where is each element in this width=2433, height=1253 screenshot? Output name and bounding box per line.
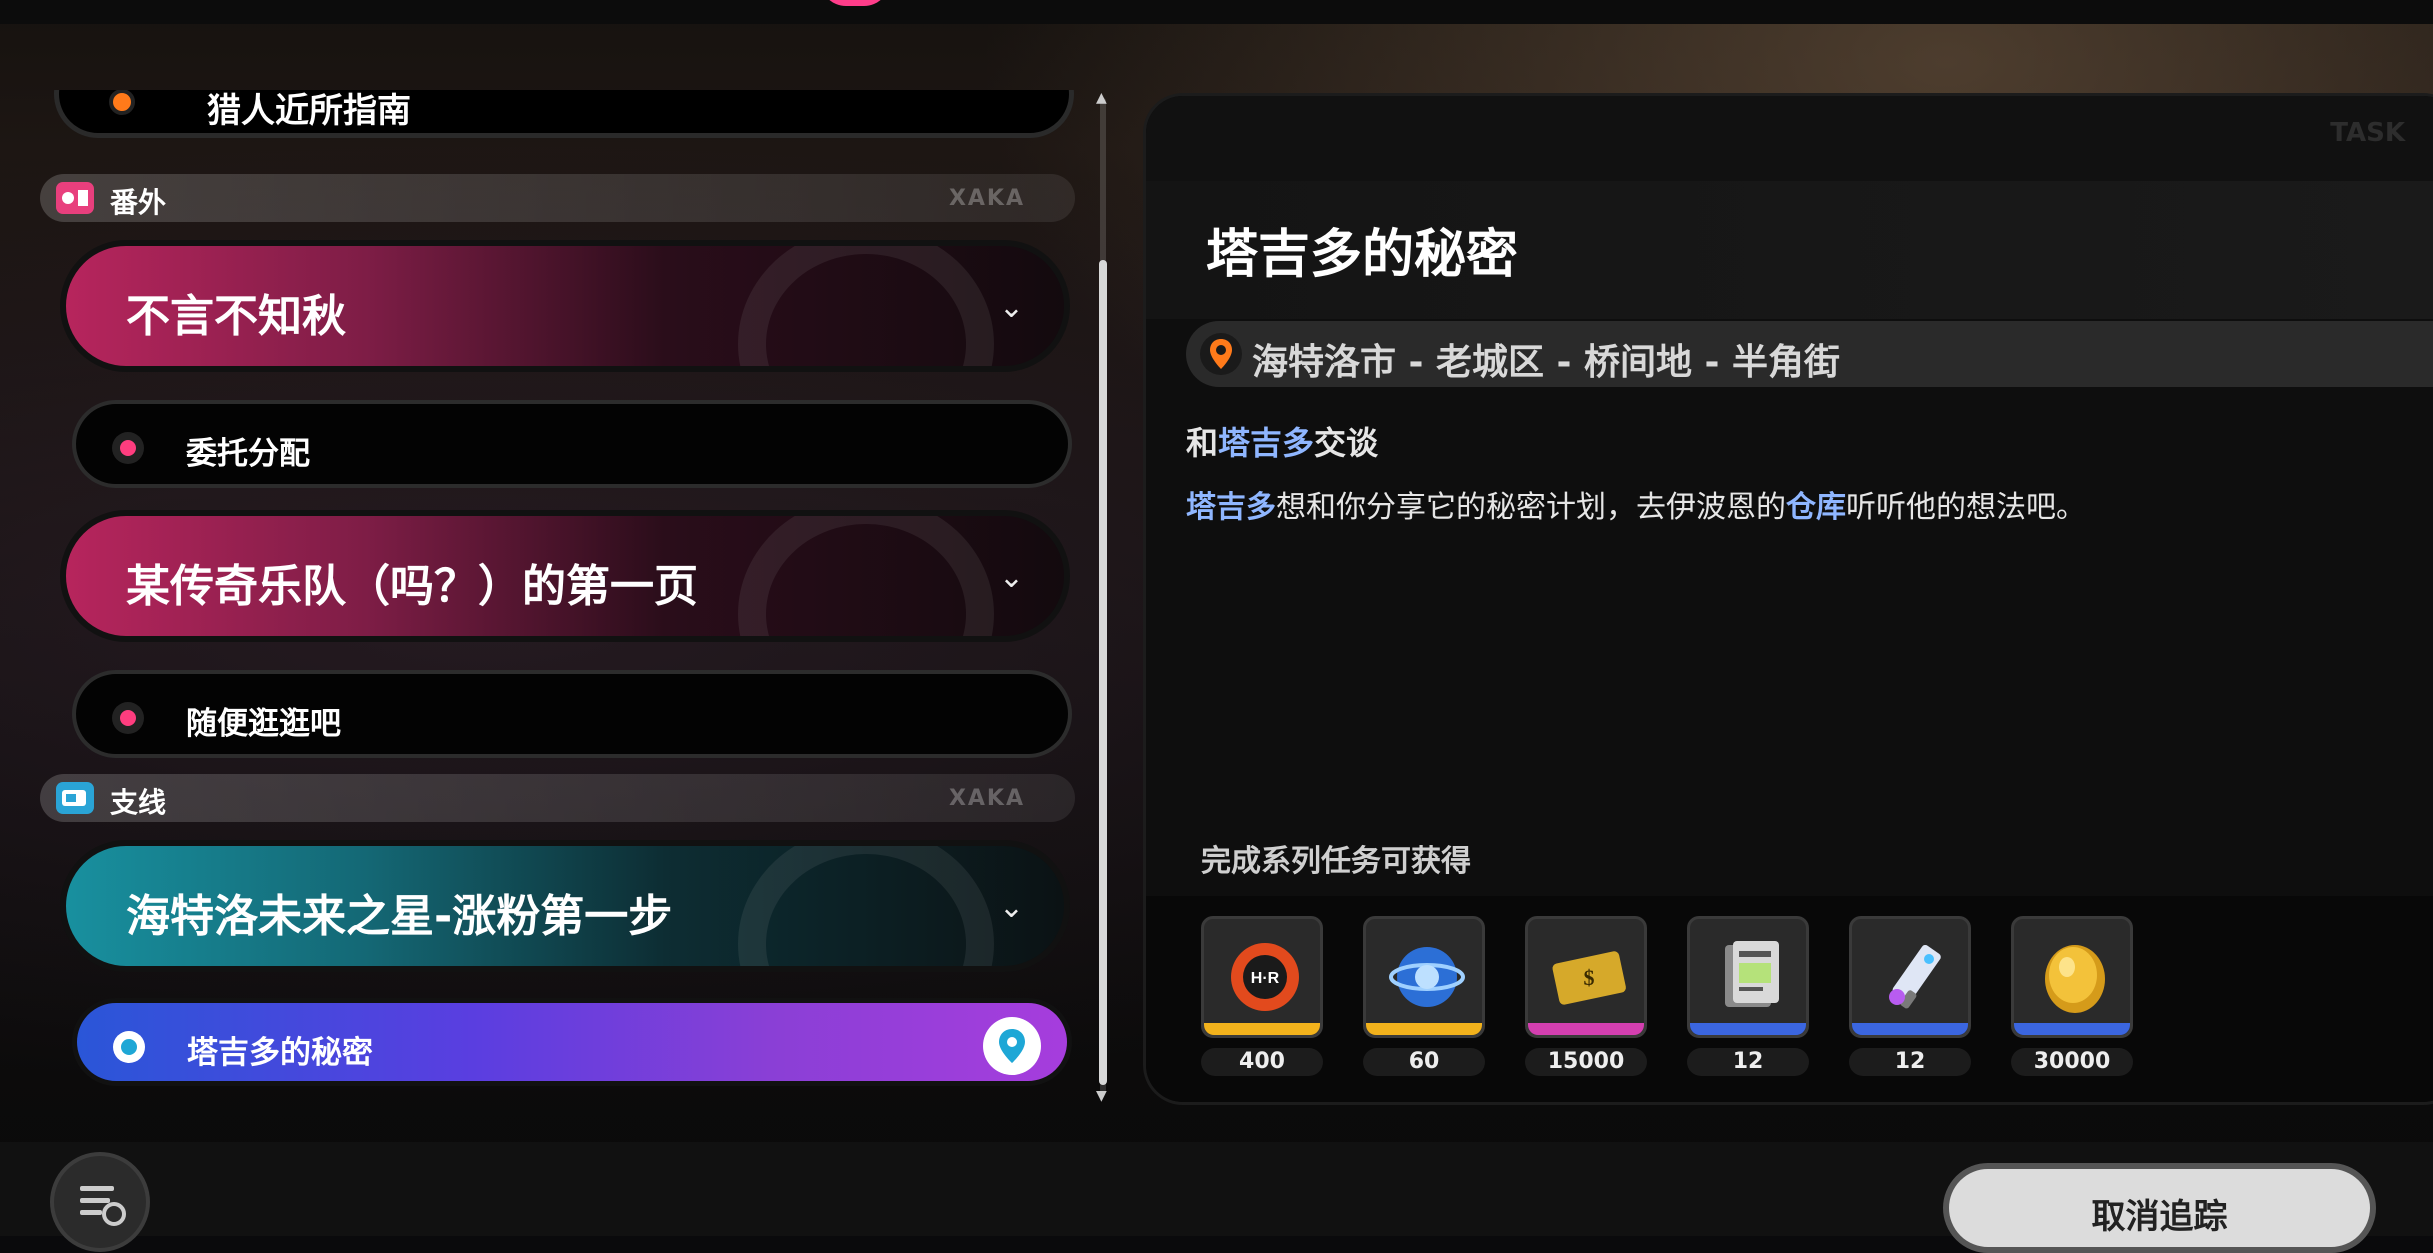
reward-item[interactable]: $ 15000 — [1525, 916, 1647, 1076]
rarity-bar — [1366, 1023, 1482, 1035]
status-dot — [113, 1031, 145, 1063]
reward-item[interactable]: 12 — [1849, 916, 1971, 1076]
quest-list: 猎人近所指南 番外 XAKA 不言不知秋 ⌄ 委托分配 某传奇乐队（吗？）的第一… — [40, 90, 1090, 1100]
group-title: 不言不知秋 — [126, 291, 346, 342]
chevron-down-icon[interactable]: ⌄ — [999, 290, 1024, 325]
top-bar — [0, 0, 2433, 24]
untrack-button-label: 取消追踪 — [2091, 1197, 2228, 1237]
group-title: 某传奇乐队（吗？）的第一页 — [126, 561, 698, 612]
reward-count: 12 — [1849, 1048, 1971, 1076]
desc-text: 听听他的想法吧。 — [1846, 490, 2086, 525]
chevron-down-icon[interactable]: ⌄ — [999, 890, 1024, 925]
reward-count: 400 — [1201, 1048, 1323, 1076]
rarity-bar — [1528, 1023, 1644, 1035]
location-text: 海特洛市 - 老城区 - 桥间地 - 半角街 — [1252, 342, 1841, 383]
category-tag: XAKA — [948, 786, 1025, 811]
reward-item[interactable]: H·R 400 — [1201, 916, 1323, 1076]
quest-group[interactable]: 海特洛未来之星-涨粉第一步 ⌄ — [60, 840, 1070, 972]
reward-count: 60 — [1363, 1048, 1485, 1076]
quest-title: 塔吉多的秘密 — [1206, 225, 1519, 285]
scroll-up-icon[interactable]: ▲ — [1096, 90, 1107, 106]
group-decoration — [738, 246, 994, 366]
quest-item-label: 随便逛逛吧 — [186, 706, 341, 742]
group-decoration — [738, 516, 994, 636]
category-label: 支线 — [110, 786, 167, 819]
desc-highlight: 塔吉多 — [1186, 490, 1276, 525]
status-dot — [112, 702, 144, 734]
quest-item[interactable]: 委托分配 — [72, 400, 1072, 488]
document-card-icon — [1687, 916, 1809, 1038]
objective: 和塔吉多交谈 — [1186, 418, 1378, 464]
quest-item-label: 塔吉多的秘密 — [187, 1035, 373, 1071]
task-list-button[interactable] — [50, 1152, 150, 1252]
location-bar: 海特洛市 - 老城区 - 桥间地 - 半角街 — [1186, 321, 2433, 387]
scrollbar-thumb[interactable] — [1099, 260, 1107, 1085]
untrack-button[interactable]: 取消追踪 — [1943, 1163, 2376, 1253]
side-category-icon — [56, 782, 94, 814]
desc-text: 想和你分享它的秘密计划，去伊波恩的 — [1276, 490, 1786, 525]
quest-group[interactable]: 不言不知秋 ⌄ — [60, 240, 1070, 372]
category-header-side: 支线 XAKA — [40, 774, 1075, 822]
category-label: 番外 — [110, 186, 167, 219]
desc-highlight: 仓库 — [1786, 490, 1846, 525]
group-decoration — [738, 846, 994, 966]
category-header-extra: 番外 XAKA — [40, 174, 1075, 222]
paint-tube-icon — [1849, 916, 1971, 1038]
quest-item-label: 委托分配 — [186, 436, 310, 472]
quest-detail-panel: TASK 塔吉多的秘密 海特洛市 - 老城区 - 桥间地 - 半角街 和塔吉多交… — [1143, 93, 2433, 1105]
group-title: 海特洛未来之星-涨粉第一步 — [126, 891, 673, 942]
scroll-down-icon[interactable]: ▼ — [1096, 1088, 1107, 1104]
gold-coin-icon — [2011, 916, 2133, 1038]
rarity-bar — [2014, 1023, 2130, 1035]
svg-text:$: $ — [1584, 965, 1595, 990]
quest-group[interactable]: 某传奇乐队（吗？）的第一页 ⌄ — [60, 510, 1070, 642]
reward-count: 12 — [1687, 1048, 1809, 1076]
rarity-bar — [1204, 1023, 1320, 1035]
quest-description: 塔吉多想和你分享它的秘密计划，去伊波恩的仓库听听他的想法吧。 — [1186, 482, 2086, 526]
hunter-badge-icon: H·R — [1201, 916, 1323, 1038]
gold-card-icon: $ — [1525, 916, 1647, 1038]
list-item-label: 猎人近所指南 — [207, 91, 411, 131]
top-indicator — [820, 0, 890, 6]
reward-item[interactable]: 60 — [1363, 916, 1485, 1076]
reward-item[interactable]: 12 — [1687, 916, 1809, 1076]
status-dot — [112, 432, 144, 464]
task-list-icon — [80, 1186, 126, 1226]
task-tag: TASK — [2330, 118, 2405, 148]
status-dot — [109, 90, 135, 115]
objective-prefix: 和 — [1186, 424, 1219, 462]
reward-count: 15000 — [1525, 1048, 1647, 1076]
reward-label: 完成系列任务可获得 — [1201, 844, 1471, 879]
quest-item-selected[interactable]: 塔吉多的秘密 — [72, 998, 1072, 1086]
quest-item[interactable]: 随便逛逛吧 — [72, 670, 1072, 758]
reward-count: 30000 — [2011, 1048, 2133, 1076]
location-pin-icon — [1200, 333, 1242, 375]
objective-suffix: 交谈 — [1314, 424, 1379, 462]
reward-item[interactable]: 30000 — [2011, 916, 2133, 1076]
list-item[interactable]: 猎人近所指南 — [54, 90, 1074, 138]
category-tag: XAKA — [948, 186, 1025, 211]
detail-header: TASK — [1146, 96, 2433, 181]
rarity-bar — [1690, 1023, 1806, 1035]
blue-orb-icon — [1363, 916, 1485, 1038]
objective-target: 塔吉多 — [1218, 424, 1315, 462]
extra-category-icon — [56, 182, 94, 214]
map-pin-icon[interactable] — [983, 1017, 1041, 1075]
rarity-bar — [1852, 1023, 1968, 1035]
chevron-down-icon[interactable]: ⌄ — [999, 560, 1024, 595]
svg-text:H·R: H·R — [1251, 970, 1280, 987]
